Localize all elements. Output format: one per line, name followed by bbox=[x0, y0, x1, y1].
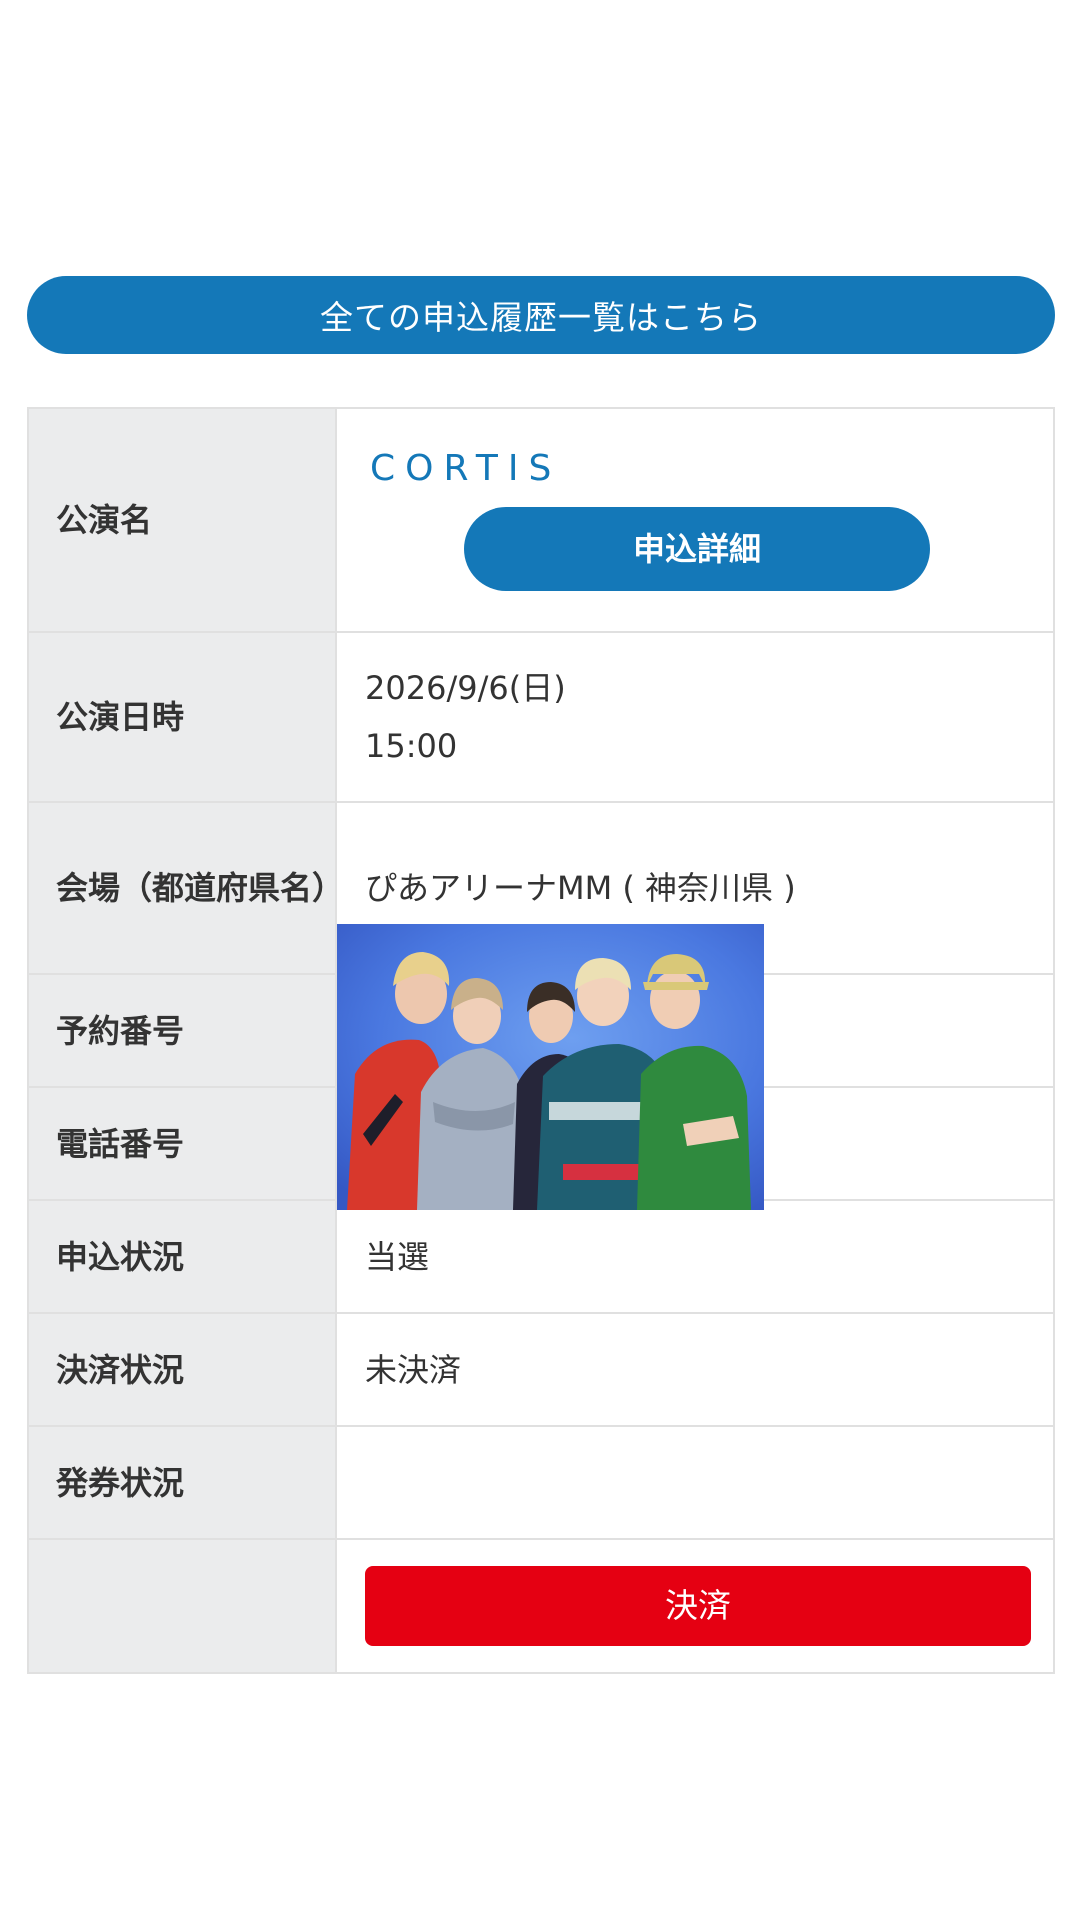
performance-time: 15:00 bbox=[365, 727, 458, 765]
venue-label: 会場（都道府県名） bbox=[27, 801, 344, 975]
row-performance: 公演名 CORTIS 申込詳細 bbox=[27, 407, 1055, 633]
performance-date: 2026/9/6(日) bbox=[365, 669, 566, 707]
group-photo-image bbox=[337, 924, 764, 1210]
row-payment-status: 決済状況 未決済 bbox=[27, 1312, 1055, 1427]
all-history-button[interactable]: 全ての申込履歴一覧はこちら bbox=[27, 276, 1055, 354]
application-status-label: 申込状況 bbox=[27, 1199, 337, 1314]
row-payment-action: 決済 bbox=[27, 1538, 1055, 1674]
phone-number-label: 電話番号 bbox=[27, 1086, 337, 1201]
row-application-status: 申込状況 当選 bbox=[27, 1199, 1055, 1314]
empty-label bbox=[27, 1538, 337, 1674]
payment-action-cell: 決済 bbox=[335, 1538, 1055, 1674]
ticketing-status-label: 発券状況 bbox=[27, 1425, 337, 1540]
application-status-value: 当選 bbox=[335, 1199, 1055, 1314]
application-detail-button[interactable]: 申込詳細 bbox=[464, 507, 930, 591]
performance-cell: CORTIS 申込詳細 bbox=[335, 407, 1055, 633]
datetime-cell: 2026/9/6(日) 15:00 bbox=[335, 631, 1055, 803]
payment-button[interactable]: 決済 bbox=[365, 1566, 1031, 1646]
row-datetime: 公演日時 2026/9/6(日) 15:00 bbox=[27, 631, 1055, 803]
reservation-number-label: 予約番号 bbox=[27, 973, 337, 1088]
payment-status-label: 決済状況 bbox=[27, 1312, 337, 1427]
payment-status-value: 未決済 bbox=[335, 1312, 1055, 1427]
ticketing-status-value bbox=[335, 1425, 1055, 1540]
group-photo bbox=[337, 924, 764, 1210]
performance-label: 公演名 bbox=[27, 407, 337, 633]
datetime-label: 公演日時 bbox=[27, 631, 337, 803]
row-ticketing-status: 発券状況 bbox=[27, 1425, 1055, 1540]
artist-name: CORTIS bbox=[370, 448, 562, 489]
